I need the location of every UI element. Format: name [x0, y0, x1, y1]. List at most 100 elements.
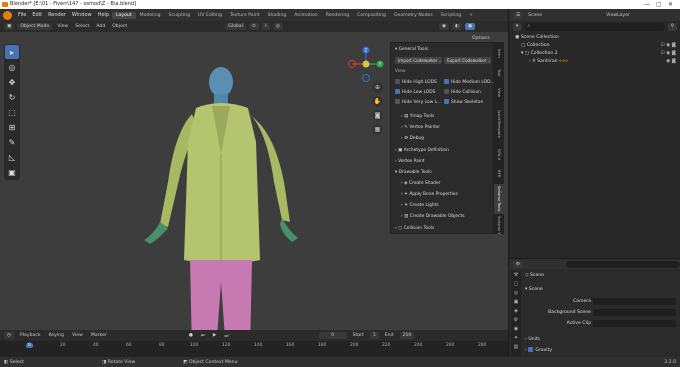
outliner-row-scene-collection[interactable]: ▣ Scene Collection: [509, 34, 680, 41]
menu-object[interactable]: Object: [110, 24, 129, 29]
vertex-paint-header[interactable]: › Vertex Paint: [395, 158, 425, 166]
grid-icon[interactable]: ▦: [372, 124, 383, 135]
hide-very-low-lods-checkbox[interactable]: Hide Very Low L...: [395, 99, 441, 107]
add-cube-icon[interactable]: ▣: [5, 165, 19, 179]
hide-high-lods-checkbox[interactable]: Hide High LODS: [395, 79, 437, 87]
hide-medium-lods-checkbox[interactable]: Hide Medium LOD...: [444, 79, 495, 87]
tab-texture-paint[interactable]: Texture Paint: [226, 12, 264, 19]
apply-bone-properties-item[interactable]: › ✦ Apply Bone Properties: [401, 191, 458, 199]
tab-modeling[interactable]: Modeling: [136, 12, 165, 19]
tab-scripting[interactable]: Scripting: [437, 12, 465, 19]
collision-tools-header[interactable]: › ▢ Collision Tools: [395, 225, 434, 233]
tab-sollumz-ytd[interactable]: Sollumz Ytd: [494, 216, 504, 234]
timeline-ruler[interactable]: 0 20 40 60 80 100 120 140 160 180 200 22…: [0, 341, 508, 357]
start-frame-field[interactable]: 1: [369, 332, 379, 339]
archetype-definition-header[interactable]: › ▣ Archetype Definition: [395, 147, 449, 155]
move-icon[interactable]: ✥: [5, 75, 19, 89]
playhead[interactable]: 0: [26, 343, 33, 348]
editor-type-icon[interactable]: ▣: [4, 23, 15, 30]
navigation-gizmo[interactable]: Z Y: [348, 46, 384, 82]
menu-playback[interactable]: Playback: [18, 333, 43, 338]
mode-dropdown[interactable]: Object Mode: [17, 23, 53, 30]
transform-icon[interactable]: ⊞: [5, 120, 19, 134]
scene-panel-header[interactable]: ▾ Scene: [525, 285, 543, 294]
tab-item[interactable]: Item: [494, 44, 504, 62]
visibility-icon[interactable]: ◉: [439, 23, 450, 30]
menu-window[interactable]: Window: [69, 12, 95, 18]
hide-low-lods-checkbox[interactable]: Hide Low LODS: [395, 89, 435, 97]
measure-icon[interactable]: ◺: [5, 150, 19, 164]
general-tools-header[interactable]: ▾ General Tools: [395, 46, 428, 54]
properties-search-input[interactable]: [566, 260, 680, 268]
menu-marker[interactable]: Marker: [89, 333, 109, 338]
hide-collision-checkbox[interactable]: Hide Collision: [444, 89, 481, 97]
scale-icon[interactable]: ⬚: [5, 105, 19, 119]
zoom-icon[interactable]: ⊕: [372, 82, 383, 93]
vertex-painter-item[interactable]: › ✎ Vertex Painter: [401, 124, 440, 132]
jump-start-icon[interactable]: ⏮: [199, 333, 207, 339]
menu-edit[interactable]: Edit: [29, 12, 45, 18]
outliner-row-collection-2[interactable]: ▾ ▢ Collection 2 ☑ ◉ ◙: [509, 50, 680, 57]
tab-uv-editing[interactable]: UV Editing: [194, 12, 226, 19]
maximize-button[interactable]: ▢: [656, 0, 662, 9]
shading-solid-icon[interactable]: ●: [465, 23, 476, 30]
menu-help[interactable]: Help: [95, 12, 112, 18]
blender-menu-icon[interactable]: [3, 10, 12, 20]
autokey-icon[interactable]: ●: [187, 333, 195, 338]
tab-quicktemplate[interactable]: QuickTemplate: [494, 104, 504, 144]
cursor-icon[interactable]: ◎: [5, 60, 19, 74]
camera-field[interactable]: [593, 298, 676, 305]
jump-end-icon[interactable]: ⏭: [222, 333, 230, 339]
pivot-icon[interactable]: ⊙: [248, 23, 259, 30]
tab-geometry-nodes[interactable]: Geometry Nodes: [390, 12, 437, 19]
tab-compositing[interactable]: Compositing: [353, 12, 390, 19]
drawable-tools-header[interactable]: ▾ Drawable Tools: [395, 169, 432, 177]
menu-add[interactable]: Add: [94, 24, 107, 29]
menu-keying[interactable]: Keying: [47, 333, 66, 338]
options-dropdown[interactable]: Options: [470, 35, 492, 41]
show-skeleton-checkbox[interactable]: Show Skeleton: [444, 99, 483, 107]
create-shader-item[interactable]: › ◈ Create Shader: [401, 180, 440, 188]
annotate-icon[interactable]: ✎: [5, 135, 19, 149]
overlays-icon[interactable]: ◐: [452, 23, 463, 30]
menu-select[interactable]: Select: [73, 24, 91, 29]
debug-item[interactable]: › ⚙ Debug: [401, 135, 424, 143]
tab-layout[interactable]: Layout: [112, 11, 136, 19]
menu-file[interactable]: File: [15, 12, 29, 18]
minimize-button[interactable]: —: [644, 0, 650, 9]
proportional-icon[interactable]: ◎: [273, 23, 284, 30]
tab-animation[interactable]: Animation: [290, 12, 321, 19]
import-codewalker-button[interactable]: Import Codewalker ...: [395, 57, 442, 64]
create-drawable-objects-item[interactable]: › ▥ Create Drawable Objects: [401, 213, 465, 221]
create-lights-item[interactable]: › ☀ Create Lights: [401, 202, 439, 210]
character-model[interactable]: [120, 62, 320, 360]
rotate-icon[interactable]: ↻: [5, 90, 19, 104]
outliner-row-collection[interactable]: ▢ Collection ☑ ◉ ◙: [509, 42, 680, 49]
filter-icon[interactable]: ⚲: [667, 23, 677, 31]
select-box-icon[interactable]: ▸: [5, 45, 19, 59]
end-frame-field[interactable]: 250: [399, 332, 415, 339]
tab-bfr[interactable]: BFR: [494, 166, 504, 182]
current-frame-field[interactable]: 0: [318, 332, 347, 339]
camera-icon[interactable]: ◙: [372, 110, 383, 121]
filter-display-icon[interactable]: ▾: [513, 23, 522, 31]
tab-sollumz-tools[interactable]: Sollumz Tools: [494, 184, 504, 214]
ymap-tools-item[interactable]: › ▤ Ymap Tools: [401, 113, 434, 121]
export-codewalker-button[interactable]: Export Codewalker ...: [444, 57, 491, 64]
editor-type-icon[interactable]: ☰: [513, 11, 524, 19]
gravity-panel-header[interactable]: › Gravity: [525, 346, 552, 355]
outliner-search-input[interactable]: ⌕: [524, 23, 665, 31]
menu-view[interactable]: View: [55, 24, 70, 29]
play-icon[interactable]: ▶: [211, 333, 219, 338]
tab-shading[interactable]: Shading: [264, 12, 291, 19]
editor-type-icon[interactable]: ⚙: [513, 260, 524, 268]
editor-type-icon[interactable]: ◷: [4, 332, 15, 339]
tab-tool[interactable]: Tool: [494, 64, 504, 82]
menu-view[interactable]: View: [70, 333, 85, 338]
tab-sculpting[interactable]: Sculpting: [165, 12, 194, 19]
menu-render[interactable]: Render: [45, 12, 69, 18]
active-clip-field[interactable]: [593, 320, 676, 327]
pan-hand-icon[interactable]: ✋: [372, 96, 383, 107]
tab-view[interactable]: View: [494, 84, 504, 102]
close-button[interactable]: ✕: [668, 0, 673, 9]
